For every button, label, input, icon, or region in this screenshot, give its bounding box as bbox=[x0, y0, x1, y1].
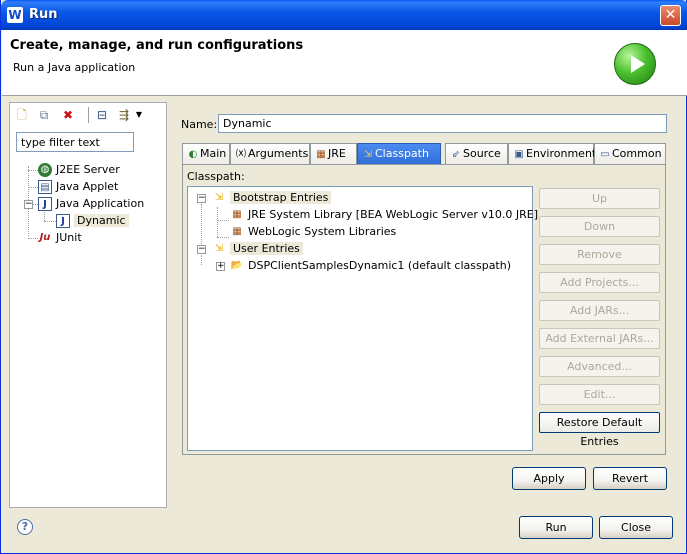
add-jars-button[interactable]: Add JARs... bbox=[539, 300, 660, 321]
help-icon[interactable]: ? bbox=[17, 519, 33, 535]
run-dialog: W Run ✕ Create, manage, and run configur… bbox=[0, 0, 687, 554]
weblogic-library-item[interactable]: ▦ WebLogic System Libraries bbox=[230, 224, 396, 240]
remove-button[interactable]: Remove bbox=[539, 244, 660, 265]
tab-common[interactable]: ▭ Common bbox=[594, 143, 666, 165]
run-button[interactable]: Run bbox=[519, 516, 593, 539]
tree-item-j2ee-server[interactable]: ◍ J2EE Server bbox=[38, 162, 120, 178]
up-button[interactable]: Up bbox=[539, 188, 660, 209]
title-bar[interactable]: W Run ✕ bbox=[1, 0, 687, 30]
main-tab-icon: ◐ bbox=[188, 149, 198, 160]
common-tab-icon: ▭ bbox=[600, 149, 610, 160]
tab-source[interactable]: ⇙ Source bbox=[445, 143, 508, 165]
tab-main[interactable]: ◐ Main bbox=[182, 143, 230, 165]
tree-item-junit[interactable]: Ju JUnit bbox=[38, 230, 82, 246]
window-title: Run bbox=[29, 7, 58, 22]
duplicate-configuration-icon[interactable]: ⧉ bbox=[36, 107, 52, 123]
add-external-jars-button[interactable]: Add External JARs... bbox=[539, 328, 660, 349]
tree-item-java-application[interactable]: J Java Application bbox=[38, 196, 144, 212]
new-configuration-icon[interactable]: 🗋 bbox=[14, 107, 30, 123]
java-application-expander[interactable]: − bbox=[24, 200, 33, 209]
tab-jre[interactable]: ▦ JRE bbox=[310, 143, 357, 165]
tab-environment[interactable]: ▣ Environment bbox=[508, 143, 596, 165]
configurations-toolbar: 🗋 ⧉ ✖ ⊟ ⇶ ▼ bbox=[10, 103, 166, 127]
configurations-panel: 🗋 ⧉ ✖ ⊟ ⇶ ▼ − ◍J2EE Server ▤Java Applet … bbox=[9, 102, 167, 508]
view-menu-icon[interactable]: ▼ bbox=[134, 107, 144, 123]
environment-tab-icon: ▣ bbox=[514, 149, 524, 160]
project-folder-icon: 📂 bbox=[230, 260, 244, 271]
classpath-label: Classpath: bbox=[187, 170, 245, 183]
toolbar-separator bbox=[88, 107, 89, 123]
apply-button[interactable]: Apply bbox=[512, 467, 586, 490]
close-button[interactable]: Close bbox=[599, 516, 673, 539]
tree-item-dynamic[interactable]: J Dynamic bbox=[56, 213, 129, 229]
run-icon bbox=[614, 43, 656, 85]
name-field[interactable] bbox=[218, 114, 667, 133]
j2ee-server-icon: ◍ bbox=[38, 163, 52, 177]
project-expander[interactable]: + bbox=[216, 262, 225, 271]
java-app-icon: J bbox=[38, 197, 52, 211]
edit-button[interactable]: Edit... bbox=[539, 384, 660, 405]
bootstrap-entries-item[interactable]: ⇲ Bootstrap Entries bbox=[212, 190, 332, 206]
jre-tab-icon: ▦ bbox=[316, 149, 326, 160]
header-title: Create, manage, and run configurations bbox=[10, 38, 304, 53]
arguments-tab-icon: ⒳ bbox=[236, 149, 246, 160]
add-projects-button[interactable]: Add Projects... bbox=[539, 272, 660, 293]
user-entries-expander[interactable]: − bbox=[197, 245, 206, 254]
java-config-icon: J bbox=[56, 214, 70, 228]
dialog-header: Create, manage, and run configurations R… bbox=[2, 30, 687, 96]
junit-icon: Ju bbox=[39, 232, 51, 243]
restore-default-entries-button[interactable]: Restore Default Entries bbox=[539, 412, 660, 448]
tab-arguments[interactable]: ⒳ Arguments bbox=[230, 143, 310, 165]
delete-configuration-icon[interactable]: ✖ bbox=[60, 107, 76, 123]
advanced-button[interactable]: Advanced... bbox=[539, 356, 660, 377]
header-subtitle: Run a Java application bbox=[13, 61, 136, 74]
classpath-tab-icon: ⇲ bbox=[363, 149, 373, 160]
jre-library-item[interactable]: ▦ JRE System Library [BEA WebLogic Server… bbox=[230, 207, 538, 223]
tree-item-java-applet[interactable]: ▤ Java Applet bbox=[38, 179, 118, 195]
library-icon: ▦ bbox=[232, 226, 242, 237]
applet-icon: ▤ bbox=[38, 180, 52, 194]
collapse-all-icon[interactable]: ⊟ bbox=[94, 107, 110, 123]
name-label: Name: bbox=[181, 118, 218, 131]
classpath-tree[interactable]: − − + ⇲ Bootstrap Entries ▦ JRE System Lib… bbox=[187, 186, 538, 451]
project-item[interactable]: 📂 DSPClientSamplesDynamic1 (default class… bbox=[230, 258, 511, 274]
app-icon: W bbox=[7, 7, 23, 23]
bootstrap-expander[interactable]: − bbox=[197, 194, 206, 203]
down-button[interactable]: Down bbox=[539, 216, 660, 237]
user-entries-icon: ⇲ bbox=[214, 243, 224, 254]
filter-icon[interactable]: ⇶ bbox=[116, 107, 132, 123]
bootstrap-entries-icon: ⇲ bbox=[214, 192, 224, 203]
revert-button[interactable]: Revert bbox=[593, 467, 667, 490]
filter-input[interactable] bbox=[16, 132, 134, 152]
close-window-button[interactable]: ✕ bbox=[660, 5, 681, 26]
library-icon: ▦ bbox=[232, 209, 242, 220]
source-tab-icon: ⇙ bbox=[451, 149, 461, 160]
tab-bar: ◐ Main ⒳ Arguments ▦ JRE ⇲ Classpath ⇙ Source… bbox=[182, 143, 666, 165]
tab-classpath[interactable]: ⇲ Classpath bbox=[357, 143, 441, 165]
user-entries-item[interactable]: ⇲ User Entries bbox=[212, 241, 303, 257]
